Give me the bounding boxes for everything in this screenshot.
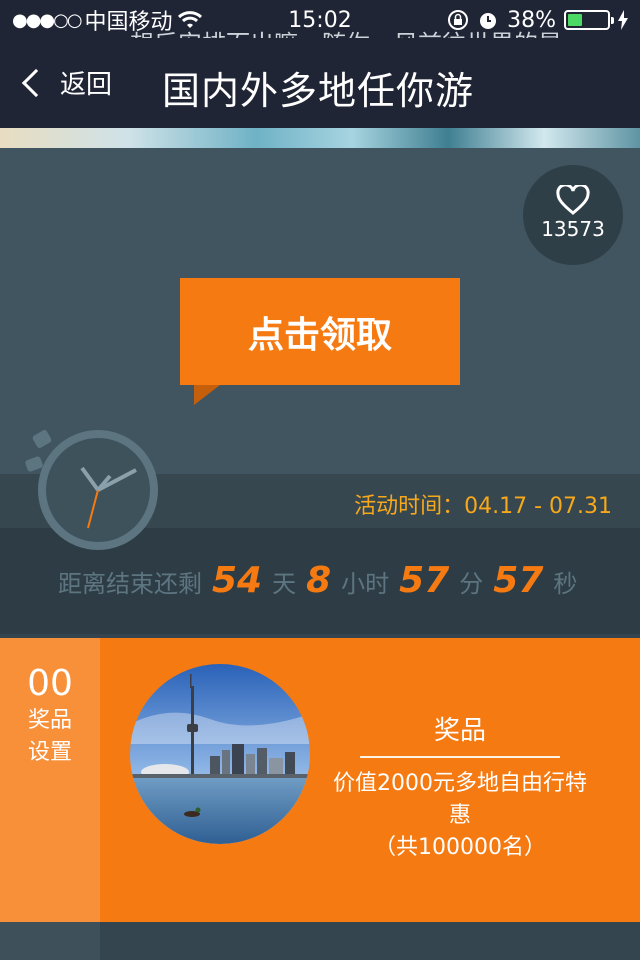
bottom-section bbox=[0, 922, 640, 960]
countdown-seconds: 57 bbox=[493, 560, 544, 601]
prize-section: 00 奖品 设置 奖品 价值2000元多地自由行特 惠 （共100000名） bbox=[0, 638, 640, 922]
prize-desc-line-2: 惠 bbox=[448, 803, 471, 828]
claim-button[interactable]: 点击领取 bbox=[180, 278, 460, 385]
prize-desc-line-3: （共100000名） bbox=[374, 835, 546, 860]
like-button[interactable]: 13573 bbox=[523, 165, 623, 265]
heart-icon bbox=[556, 183, 590, 215]
prize-side-label-2: 设置 bbox=[27, 740, 72, 765]
countdown-days-unit: 天 bbox=[272, 570, 297, 598]
prize-photo[interactable] bbox=[130, 664, 310, 844]
prize-description: 价值2000元多地自由行特 惠 （共100000名） bbox=[320, 768, 600, 864]
countdown-hours-unit: 小时 bbox=[341, 570, 390, 598]
chevron-left-icon bbox=[21, 68, 51, 97]
prize-divider bbox=[360, 756, 560, 758]
prize-title: 奖品 bbox=[433, 716, 486, 746]
claim-button-tail bbox=[194, 385, 220, 405]
countdown-minutes: 57 bbox=[399, 560, 450, 601]
like-count: 13573 bbox=[541, 217, 605, 241]
countdown-hours: 8 bbox=[306, 560, 332, 601]
countdown-seconds-unit: 秒 bbox=[553, 570, 578, 598]
page-title: 国内外多地任你游 bbox=[162, 69, 475, 113]
back-label: 返回 bbox=[60, 70, 113, 100]
banner-image-strip bbox=[0, 128, 640, 148]
countdown-days: 54 bbox=[212, 560, 263, 601]
stopwatch-icon bbox=[25, 430, 158, 550]
countdown-minutes-unit: 分 bbox=[459, 570, 484, 598]
prize-desc-line-1: 价值2000元多地自由行特 bbox=[333, 771, 587, 796]
city-skyline-image bbox=[130, 664, 310, 844]
nav-bar: 返回 国内外多地任你游 bbox=[0, 40, 640, 128]
prize-number: 00 bbox=[27, 663, 73, 704]
prize-side-label-1: 奖品 bbox=[27, 708, 72, 733]
bottom-description: 想后安排而出嘛，随你，风前往世界的是 bbox=[130, 24, 600, 38]
activity-time: 活动时间：04.17 - 07.31 bbox=[354, 494, 612, 519]
back-button[interactable]: 返回 bbox=[21, 64, 113, 101]
countdown: 距离结束还剩 54 天 8 小时 57 分 57 秒 bbox=[58, 560, 577, 601]
bottom-side-panel bbox=[0, 922, 100, 960]
countdown-prefix: 距离结束还剩 bbox=[58, 570, 202, 598]
prize-side-panel: 00 奖品 设置 bbox=[0, 638, 100, 922]
